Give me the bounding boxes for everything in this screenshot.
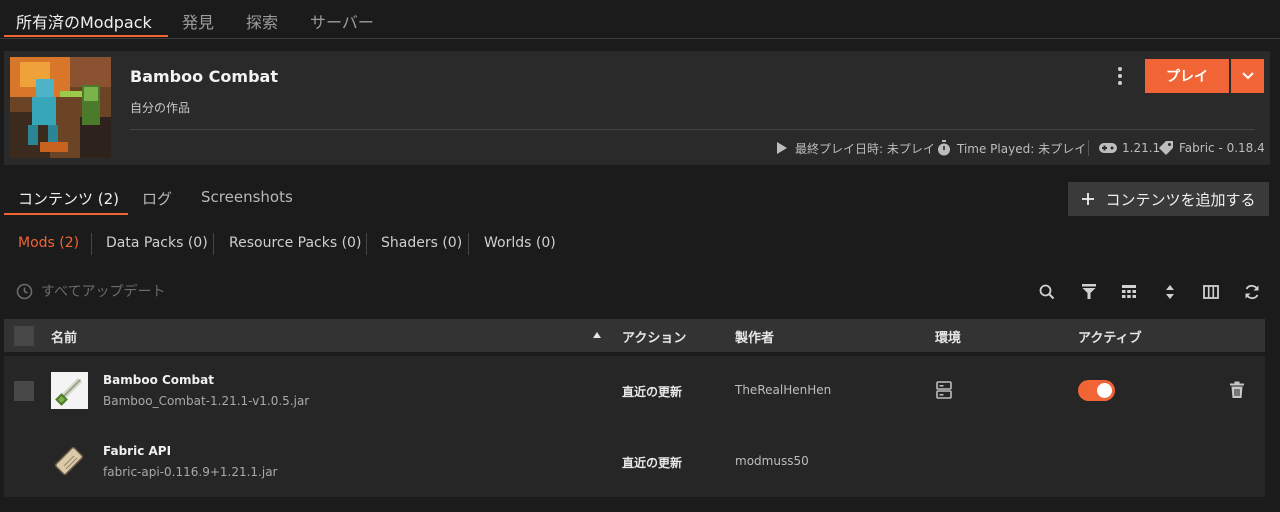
table-row[interactable]: Fabric API fabric-api-0.116.9+1.21.1.jar… [4, 427, 1265, 497]
add-content-button[interactable]: コンテンツを追加する [1068, 182, 1269, 216]
divider [130, 129, 1255, 130]
active-tab-indicator [4, 35, 168, 37]
play-dropdown-button[interactable] [1231, 59, 1264, 93]
toggle-knob [1097, 383, 1112, 398]
stopwatch-icon [938, 140, 950, 156]
mod-file: fabric-api-0.116.9+1.21.1.jar [103, 465, 278, 479]
sort-icon[interactable] [1161, 283, 1179, 301]
grid-icon[interactable] [1120, 283, 1138, 301]
select-all-checkbox[interactable] [14, 326, 34, 346]
filter-worlds[interactable]: Worlds (0) [484, 235, 556, 251]
mod-author[interactable]: modmuss50 [735, 454, 809, 468]
column-active[interactable]: アクティブ [1078, 327, 1142, 346]
mod-file: Bamboo_Combat-1.21.1-v1.0.5.jar [103, 394, 310, 408]
sort-asc-icon[interactable] [593, 332, 601, 338]
update-all-label: すべてアップデート [41, 284, 166, 300]
filter-separator [91, 233, 92, 255]
filter-separator [213, 233, 214, 255]
tag-icon [1159, 141, 1173, 155]
modpack-title: Bamboo Combat [130, 67, 278, 86]
trash-icon[interactable] [1229, 381, 1245, 399]
modpack-subtitle: 自分の作品 [130, 101, 191, 115]
chevron-down-icon [1241, 72, 1254, 80]
mod-action[interactable]: 直近の更新 [622, 454, 682, 471]
add-content-label: コンテンツを追加する [1105, 191, 1256, 209]
tab-contents[interactable]: コンテンツ (2) [18, 188, 119, 209]
time-played-info: Time Played: 未プレイ [937, 138, 1086, 158]
tab-discover[interactable]: 発見 [182, 9, 214, 33]
minecraft-version-text: 1.21.1 [1122, 141, 1161, 155]
modpack-cover-image [10, 57, 111, 158]
filter-icon[interactable] [1080, 283, 1098, 301]
table-header: 名前 アクション 製作者 環境 アクティブ [4, 319, 1265, 352]
row-checkbox[interactable] [14, 381, 34, 401]
filter-data-packs[interactable]: Data Packs (0) [106, 235, 208, 251]
bamboo-combat-mod-icon [51, 372, 88, 409]
loader-info: Fabric - 0.18.4 [1158, 138, 1265, 158]
tab-logs[interactable]: ログ [142, 188, 172, 209]
table-row[interactable]: Bamboo Combat Bamboo_Combat-1.21.1-v1.0.… [4, 356, 1265, 426]
tab-owned-modpacks[interactable]: 所有済のModpack [16, 9, 152, 33]
content-tab-indicator [4, 213, 128, 215]
minecraft-version-info: 1.21.1 [1099, 138, 1160, 158]
last-played-info: 最終プレイ日時: 未プレイ [776, 138, 935, 158]
server-icon [936, 381, 952, 399]
loader-text: Fabric - 0.18.4 [1179, 141, 1265, 155]
mod-name[interactable]: Fabric API [103, 444, 171, 458]
update-all-button[interactable]: すべてアップデート [16, 281, 165, 301]
tab-screenshots[interactable]: Screenshots [201, 188, 293, 206]
mod-author[interactable]: TheRealHenHen [735, 383, 831, 397]
time-played-text: Time Played: 未プレイ [957, 141, 1087, 156]
column-author[interactable]: 製作者 [735, 327, 774, 346]
filter-shaders[interactable]: Shaders (0) [381, 235, 462, 251]
plus-icon [1082, 193, 1095, 205]
column-name[interactable]: 名前 [51, 327, 77, 346]
refresh-icon[interactable] [1243, 283, 1261, 301]
play-triangle-icon [777, 142, 787, 154]
kebab-icon[interactable] [1111, 65, 1129, 87]
filter-resource-packs[interactable]: Resource Packs (0) [229, 235, 361, 251]
tab-servers[interactable]: サーバー [310, 9, 374, 33]
mod-name[interactable]: Bamboo Combat [103, 373, 214, 387]
active-toggle[interactable] [1078, 380, 1115, 401]
mods-table: Bamboo Combat Bamboo_Combat-1.21.1-v1.0.… [4, 356, 1265, 497]
top-nav: 所有済のModpack 発見 探索 サーバー [0, 0, 1280, 39]
play-button[interactable]: プレイ [1145, 59, 1229, 93]
mod-action[interactable]: 直近の更新 [622, 383, 682, 400]
clock-icon [16, 283, 33, 299]
meta-separator [1088, 140, 1089, 156]
tab-explore[interactable]: 探索 [246, 9, 278, 33]
filter-mods[interactable]: Mods (2) [18, 235, 79, 251]
column-action[interactable]: アクション [622, 327, 686, 346]
gamepad-icon [1099, 143, 1117, 153]
column-environment[interactable]: 環境 [935, 327, 961, 346]
search-icon[interactable] [1038, 283, 1056, 301]
columns-icon[interactable] [1202, 283, 1220, 301]
fabric-api-mod-icon [51, 442, 88, 479]
last-played-text: 最終プレイ日時: 未プレイ [795, 141, 935, 156]
modpack-header: Bamboo Combat 自分の作品 プレイ 最終プレイ日時: 未プレイ Ti… [4, 51, 1270, 165]
filter-separator [366, 233, 367, 255]
filter-separator [468, 233, 469, 255]
